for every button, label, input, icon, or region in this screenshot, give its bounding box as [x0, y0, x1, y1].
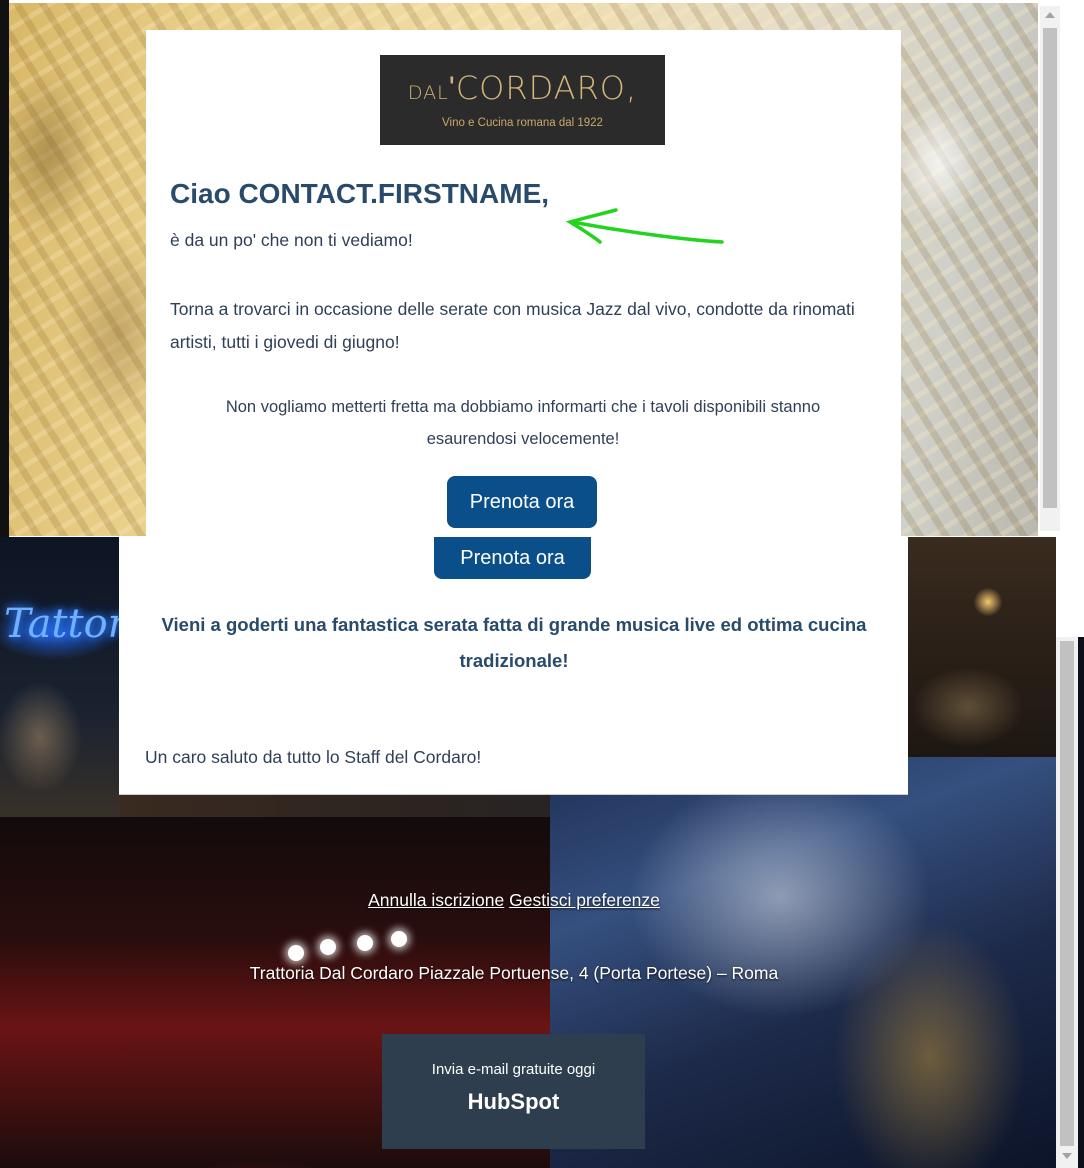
- invite-text: Vieni a goderti una fantastica serata fa…: [161, 614, 867, 671]
- scroll-down-arrow-icon[interactable]: [1062, 1153, 1072, 1159]
- logo-accent: ,: [625, 69, 638, 107]
- stage-light-icon: [391, 931, 407, 947]
- email-content-card-continued: Prenota ora Vieni a goderti una fantasti…: [119, 537, 908, 795]
- scroll-up-arrow-icon[interactable]: [1045, 12, 1055, 18]
- footer-address: Trattoria Dal Cordaro Piazzale Portuense…: [249, 963, 779, 983]
- hubspot-logo: HubSpot: [467, 1089, 560, 1114]
- stage-light-icon: [357, 935, 373, 951]
- hubspot-badge[interactable]: Invia e-mail gratuite oggi HubSpot: [382, 1034, 645, 1149]
- manage-preferences-link[interactable]: Gestisci preferenze: [509, 890, 660, 910]
- logo-tagline: Vino e Cucina romana dal 1922: [442, 117, 603, 129]
- top-scrollbar-thumb[interactable]: [1043, 28, 1057, 508]
- bottom-scrollbar[interactable]: [1056, 637, 1078, 1168]
- right-white-gap: [1056, 537, 1084, 637]
- jazz-paragraph: Torna a trovarci in occasione delle sera…: [170, 299, 855, 352]
- top-screenshot-panel: DALʹCORDARO, Vino e Cucina romana dal 19…: [0, 0, 1084, 537]
- goodbye-text: Un caro saluto da tutto lo Staff del Cor…: [145, 747, 482, 767]
- footer-links: Annulla iscrizione Gestisci preferenze: [0, 890, 1028, 911]
- logo-prefix: DAL: [407, 82, 449, 104]
- unsubscribe-link[interactable]: Annulla iscrizione: [368, 890, 504, 910]
- email-content-card: DALʹCORDARO, Vino e Cucina romana dal 19…: [146, 30, 901, 537]
- dal-cordaro-logo: DALʹCORDARO, Vino e Cucina romana dal 19…: [380, 55, 665, 145]
- stage-light-icon: [288, 945, 304, 961]
- left-edge-border: [0, 0, 9, 537]
- prenota-ora-button[interactable]: Prenota ora: [447, 476, 597, 528]
- hubspot-tagline: Invia e-mail gratuite oggi: [431, 1061, 596, 1078]
- top-scrollbar[interactable]: [1040, 6, 1060, 531]
- logo-name: CORDARO: [455, 69, 626, 107]
- tables-paragraph: Non vogliamo metterti fretta ma dobbiamo…: [225, 398, 821, 448]
- bottom-scrollbar-thumb[interactable]: [1060, 641, 1074, 1146]
- neon-trattoria-photo: Tattori: [0, 537, 140, 827]
- green-annotation-arrow-icon: [566, 208, 724, 244]
- bottom-screenshot-panel: Tattori Prenota ora Vieni a goderti una …: [0, 537, 1084, 1168]
- prenota-ora-button[interactable]: Prenota ora: [434, 537, 591, 579]
- logo-accent: ʹ: [448, 69, 456, 107]
- candle-table-photo: [908, 537, 1056, 757]
- greeting-heading: Ciao CONTACT.FIRSTNAME,: [170, 178, 550, 209]
- stage-light-icon: [320, 939, 336, 955]
- intro-text: è da un po' che non ti vediamo!: [170, 230, 413, 250]
